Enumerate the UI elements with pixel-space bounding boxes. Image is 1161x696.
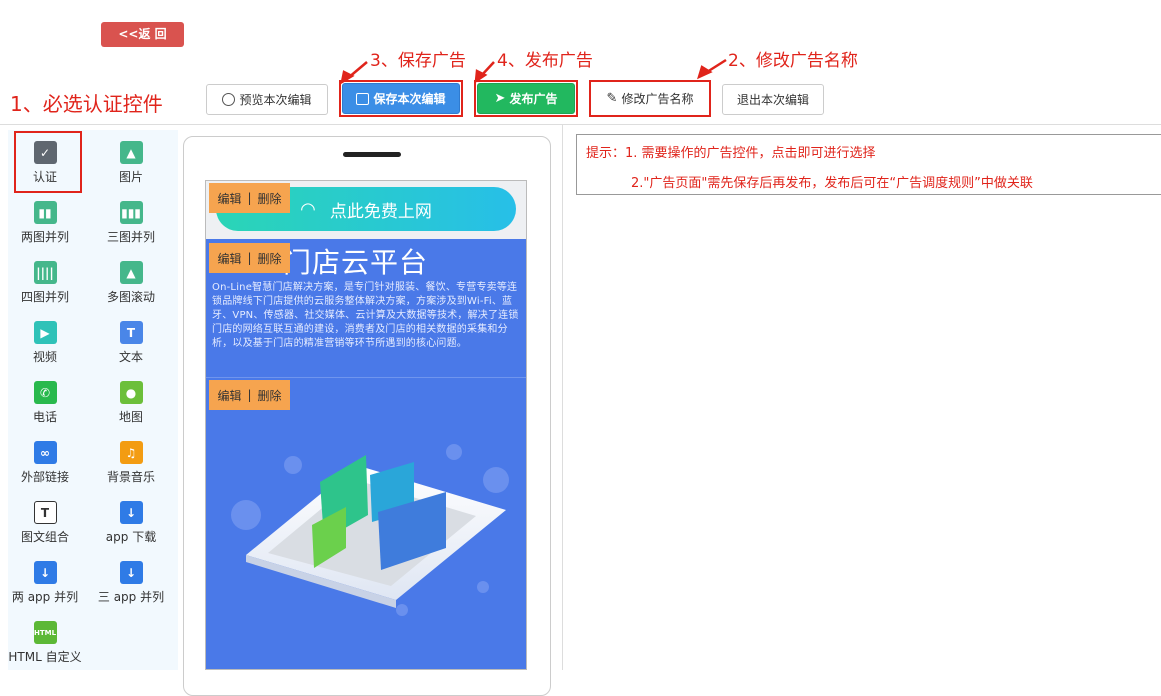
download-icon: ↓ — [119, 561, 143, 584]
annotation-arrows — [340, 58, 727, 85]
link-icon: ∞ — [33, 441, 57, 464]
edit-icon: ✎ — [606, 91, 618, 106]
tip-line-2: 2."广告页面"需先保存后再发布，发布后可在“广告调度规则”中做关联 — [631, 176, 1033, 191]
palette-item[interactable]: ↓ 三 app 并列 — [94, 553, 168, 613]
palette-item-label: 四图并列 — [20, 290, 69, 304]
edit-tag-image: 编辑 | 删除 — [209, 380, 290, 410]
edit-tag-text: 编辑 | 删除 — [209, 243, 290, 273]
edit-link[interactable]: 编辑 — [217, 190, 241, 207]
publish-button[interactable]: ➤ 发布广告 — [477, 83, 575, 114]
palette-item[interactable]: ▲ 图片 — [94, 133, 168, 193]
edit-tag-wifi: 编辑 | 删除 — [209, 183, 290, 213]
edit-link[interactable]: 编辑 — [217, 387, 241, 404]
palette-item-label: 三图并列 — [106, 230, 155, 244]
palette-item[interactable]: ▮▮ 两图并列 — [8, 193, 82, 253]
phone-speaker — [343, 152, 401, 157]
palette-item[interactable]: ✆ 电话 — [8, 373, 82, 433]
html-icon: HTML — [33, 621, 57, 644]
palette-item[interactable]: HTML HTML 自定义 — [8, 613, 82, 673]
palette-item-label: 三 app 并列 — [97, 590, 165, 604]
four-images-icon: |||| — [33, 261, 57, 284]
tip-line-1: 提示：1. 需要操作的广告控件，点击即可进行选择 — [586, 146, 876, 161]
palette-item[interactable]: ∞ 外部链接 — [8, 433, 82, 493]
palette-item-label: 地图 — [118, 410, 143, 424]
tag-separator: | — [247, 251, 252, 265]
three-images-icon: ▮▮▮ — [119, 201, 143, 224]
preview-button[interactable]: 预览本次编辑 — [206, 84, 328, 115]
palette-item[interactable]: ✓ 认证 — [8, 133, 82, 193]
rename-button[interactable]: ✎ 修改广告名称 — [592, 83, 708, 114]
palette-item-label: HTML 自定义 — [8, 650, 82, 664]
map-pin-icon: ● — [119, 381, 143, 404]
palette-item-label: 文本 — [118, 350, 143, 364]
palette-item-label: 两图并列 — [20, 230, 69, 244]
delete-link[interactable]: 删除 — [258, 190, 282, 207]
palette-grid: ✓ 认证 ▲ 图片 ▮▮ 两图并列 ▮▮▮ 三图并列 |||| 四图并列 ▲ 多图滚动 ▶ 视频 T 文本 ✆ 电… — [8, 133, 178, 673]
tag-separator: | — [247, 191, 252, 205]
palette-item[interactable]: T 文本 — [94, 313, 168, 373]
palette-item-label: 图片 — [118, 170, 143, 184]
palette-item-label: 图文组合 — [20, 530, 69, 544]
palette-item[interactable]: ♫ 背景音乐 — [94, 433, 168, 493]
section-divider — [206, 377, 526, 378]
palette-item[interactable]: |||| 四图并列 — [8, 253, 82, 313]
rename-label: 修改广告名称 — [621, 92, 694, 106]
platform-description: On-Line智慧门店解决方案，是专门针对服装、餐饮、专营专卖等连锁品牌线下门店… — [212, 282, 519, 349]
wifi-icon: ◠ — [300, 198, 316, 220]
exit-label: 退出本次编辑 — [736, 93, 809, 107]
palette-item[interactable]: ▲ 多图滚动 — [94, 253, 168, 313]
palette-item-label: 两 app 并列 — [11, 590, 79, 604]
check-icon: ✓ — [33, 141, 57, 164]
palette-item[interactable]: T 图文组合 — [8, 493, 82, 553]
toolbar-divider — [0, 124, 1161, 125]
delete-link[interactable]: 删除 — [258, 387, 282, 404]
palette-item-label: 认证 — [32, 170, 57, 184]
palette-item-label: 视频 — [32, 350, 57, 364]
two-images-icon: ▮▮ — [33, 201, 57, 224]
play-icon: ▶ — [33, 321, 57, 344]
exit-button[interactable]: 退出本次编辑 — [722, 84, 824, 115]
phone-icon: ✆ — [33, 381, 57, 404]
cloud-illustration — [231, 444, 509, 616]
palette-item[interactable]: ▶ 视频 — [8, 313, 82, 373]
send-icon: ➤ — [494, 91, 506, 106]
palette-item[interactable]: ↓ app 下载 — [94, 493, 168, 553]
palette-item[interactable]: ● 地图 — [94, 373, 168, 433]
palette-item-label: app 下载 — [105, 530, 157, 544]
delete-link[interactable]: 删除 — [258, 250, 282, 267]
panel-divider — [562, 124, 563, 670]
platform-title: 门店云平台 — [283, 246, 429, 279]
palette-item[interactable]: ↓ 两 app 并列 — [8, 553, 82, 613]
carousel-icon: ▲ — [119, 261, 143, 284]
palette-item-label: 外部链接 — [20, 470, 69, 484]
download-icon: ↓ — [119, 501, 143, 524]
palette-item[interactable]: ▮▮▮ 三图并列 — [94, 193, 168, 253]
palette-item-label: 电话 — [32, 410, 57, 424]
search-icon — [222, 93, 236, 106]
tag-separator: | — [247, 388, 252, 402]
palette-item-label: 多图滚动 — [106, 290, 155, 304]
preview-label: 预览本次编辑 — [239, 93, 312, 107]
wifi-label: 点此免费上网 — [329, 201, 432, 222]
text-icon: T — [119, 321, 143, 344]
save-button[interactable]: 保存本次编辑 — [342, 83, 460, 114]
image-icon: ▲ — [119, 141, 143, 164]
save-label: 保存本次编辑 — [373, 92, 446, 106]
download-icon: ↓ — [33, 561, 57, 584]
save-icon — [356, 92, 370, 105]
music-icon: ♫ — [119, 441, 143, 464]
image-text-icon: T — [33, 501, 57, 524]
edit-link[interactable]: 编辑 — [217, 250, 241, 267]
publish-label: 发布广告 — [509, 92, 558, 106]
palette-item-label: 背景音乐 — [106, 470, 155, 484]
